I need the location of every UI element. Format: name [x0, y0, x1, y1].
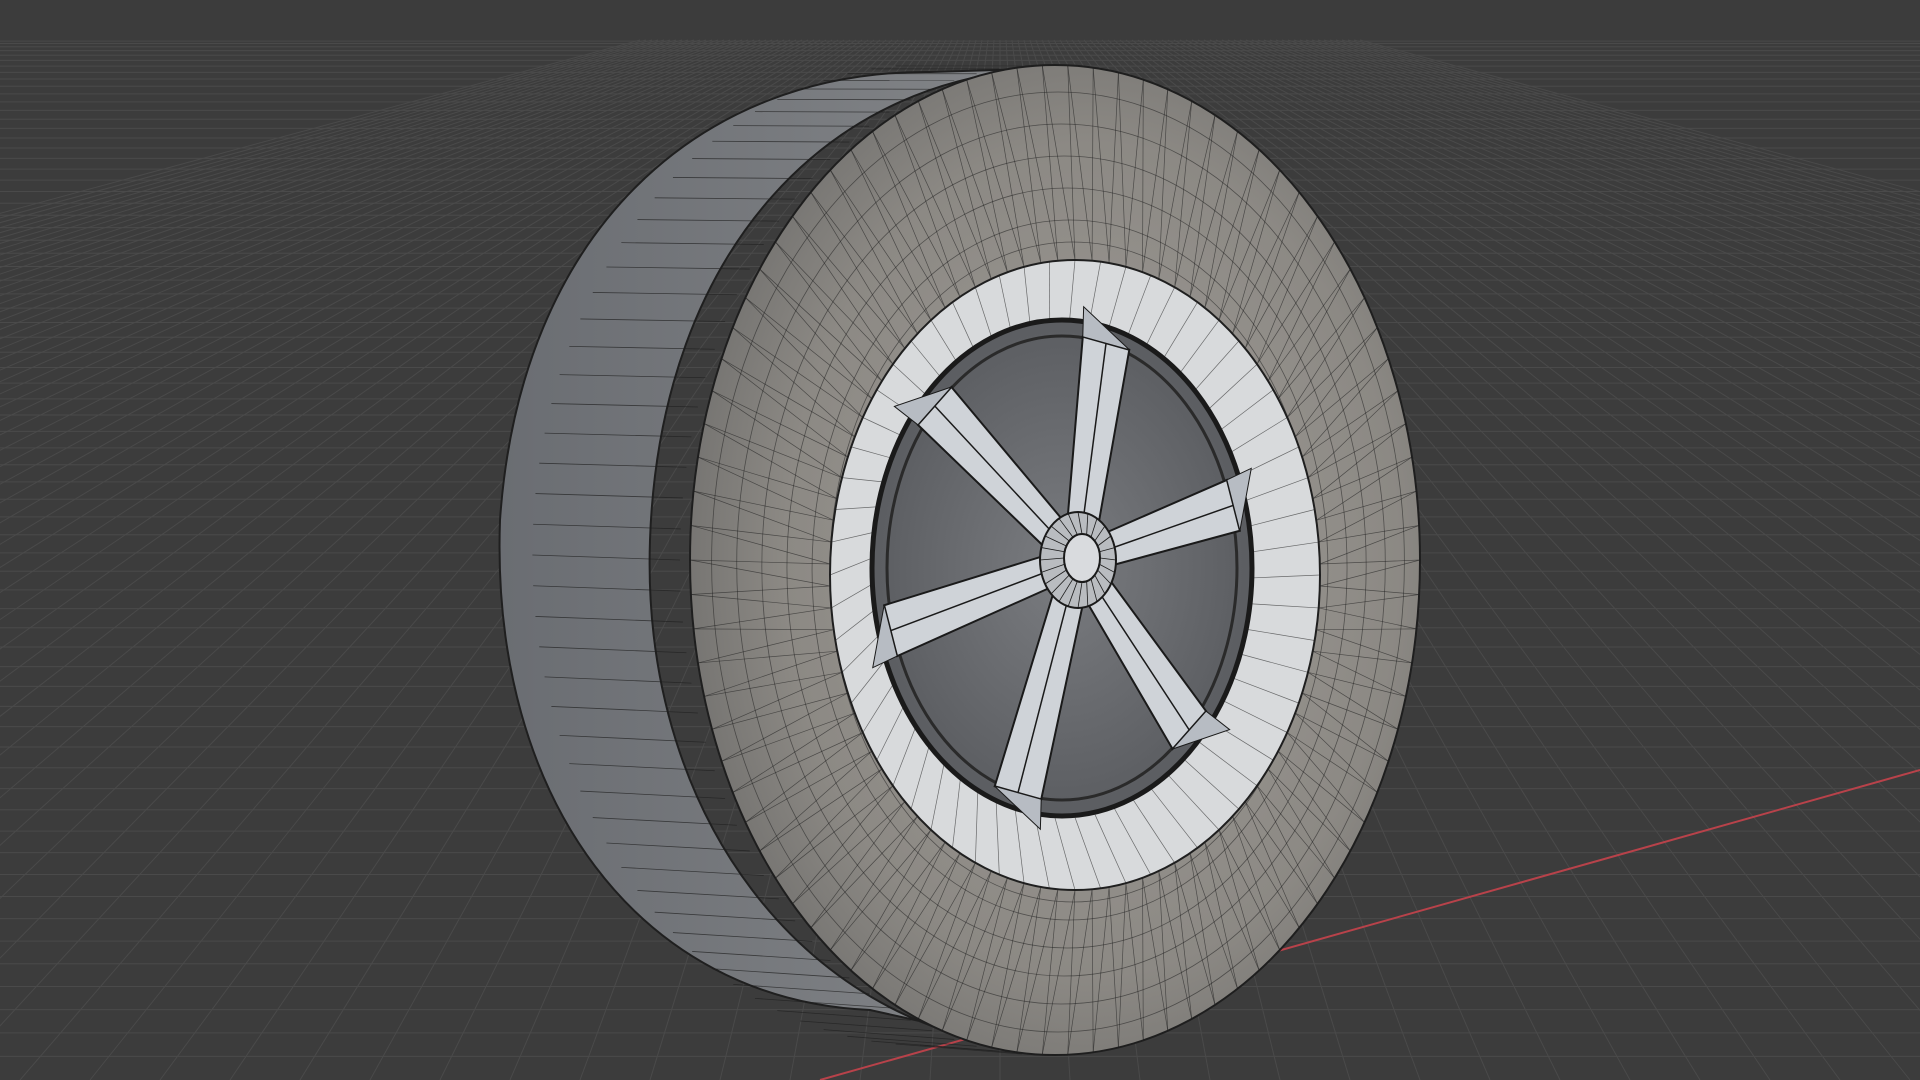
hub-cap — [1063, 533, 1101, 583]
grid-line — [1353, 39, 1920, 197]
wheel-object[interactable] — [498, 64, 1421, 1056]
grid-line — [1335, 39, 1920, 210]
grid-line — [1341, 39, 1920, 206]
3d-viewport[interactable] — [0, 0, 1920, 1080]
grid-line — [1347, 39, 1920, 201]
viewport-canvas[interactable] — [0, 0, 1920, 1080]
